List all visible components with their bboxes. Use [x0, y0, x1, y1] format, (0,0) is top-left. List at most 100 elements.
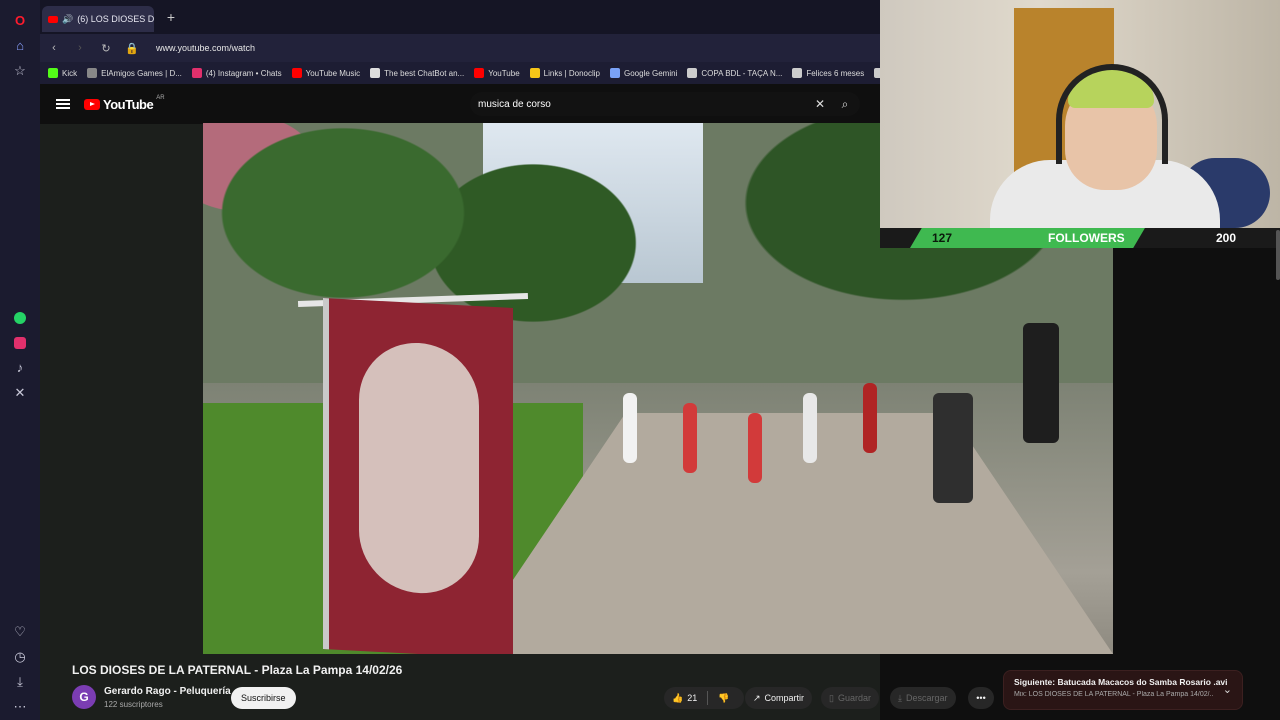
url-field[interactable]: www.youtube.com/watch [156, 43, 255, 53]
youtube-header: YouTube AR musica de corso ✕ ⌕ [40, 84, 880, 124]
bookmark-label: YouTube Music [305, 68, 361, 78]
video-banner [323, 298, 513, 654]
search-icon[interactable]: ⌕ [830, 97, 860, 112]
bookmark-favicon-icon [687, 68, 698, 78]
instagram-icon[interactable] [7, 330, 33, 355]
bookmark-label: ElAmigos Games | D... [101, 68, 182, 78]
bookmark-item[interactable]: Google Gemini [609, 68, 678, 78]
video-title: LOS DIOSES DE LA PATERNAL - Plaza La Pam… [72, 663, 403, 677]
like-dislike-group: 👍 21 👎 [664, 687, 744, 709]
bookmark-label: YouTube [488, 68, 520, 78]
new-tab-button[interactable]: + [160, 6, 182, 28]
search-box[interactable]: musica de corso ✕ ⌕ [470, 92, 860, 116]
chevron-down-icon[interactable]: ⌄ [1223, 683, 1232, 696]
bookmark-label: Links | Donoclip [543, 68, 600, 78]
whatsapp-icon[interactable] [7, 305, 33, 330]
home-icon[interactable]: ⌂ [7, 33, 33, 58]
followers-label: FOLLOWERS [1048, 231, 1125, 245]
heart-icon[interactable]: ♡ [7, 620, 33, 645]
youtube-logo[interactable]: YouTube AR [84, 95, 165, 112]
video-person [863, 383, 877, 453]
search-input[interactable]: musica de corso [478, 99, 810, 110]
history-icon[interactable]: ◷ [7, 645, 33, 670]
webcam-overlay [880, 0, 1280, 228]
like-icon[interactable]: 👍 [672, 693, 683, 704]
more-icon[interactable]: ⋯ [7, 695, 33, 720]
download-label: Descargar [905, 693, 948, 703]
followers-count: 127 [932, 231, 953, 245]
lock-icon: 🔒 [125, 42, 139, 55]
up-next-panel[interactable]: Siguiente: Batucada Macacos do Samba Ros… [1003, 670, 1243, 710]
bookmark-favicon-icon [370, 68, 381, 78]
channel-subscribers: 122 suscriptores [104, 700, 163, 709]
bookmark-item[interactable]: Felices 6 meses [792, 68, 864, 78]
bookmark-favicon-icon [792, 68, 803, 78]
subscribe-button[interactable]: Suscribirse [231, 687, 296, 709]
clear-search-icon[interactable]: ✕ [810, 97, 830, 111]
bookmark-favicon-icon [474, 68, 485, 78]
save-icon: ▯ [829, 692, 834, 703]
bookmark-item[interactable]: ElAmigos Games | D... [87, 68, 182, 78]
up-next-title: Siguiente: Batucada Macacos do Samba Ros… [1014, 677, 1228, 687]
bookmark-label: Kick [62, 68, 78, 78]
menu-icon[interactable] [56, 99, 70, 109]
followers-goal-bar: 127 FOLLOWERS 200 [880, 228, 1280, 248]
bookmark-favicon-icon [191, 68, 202, 78]
video-person [748, 413, 762, 483]
bookmark-label: Felices 6 meses [806, 68, 865, 78]
tab-active[interactable]: 🔊 (6) LOS DIOSES DE LA [42, 6, 154, 32]
address-bar: ‹ › ↻ 🔒 www.youtube.com/watch [40, 34, 880, 62]
video-person [683, 403, 697, 473]
like-count[interactable]: 21 [687, 693, 697, 703]
bookmark-item[interactable]: YouTube [474, 68, 520, 78]
share-button[interactable]: ↗ Compartir [745, 687, 813, 709]
bookmark-label: COPA BDL - TAÇA N... [701, 68, 783, 78]
tab-title: (6) LOS DIOSES DE LA [77, 14, 154, 24]
video-person [803, 393, 817, 463]
bookmark-favicon-icon [48, 68, 58, 78]
youtube-play-icon [84, 98, 100, 110]
scrollbar[interactable] [1276, 230, 1280, 280]
bookmark-item[interactable]: Links | Donoclip [529, 68, 600, 78]
youtube-favicon-icon [48, 15, 58, 23]
download-icon: ⤓ [898, 692, 902, 703]
bookmarks-bar: Kick ElAmigos Games | D... (4) Instagram •… [40, 62, 880, 84]
bookmark-label: (4) Instagram • Chats [205, 68, 282, 78]
download-button[interactable]: ⤓ Descargar [890, 687, 956, 709]
opera-icon[interactable]: O [7, 8, 33, 33]
bookmark-favicon-icon [291, 68, 302, 78]
bookmark-item[interactable]: COPA BDL - TAÇA N... [687, 68, 782, 78]
bookmark-favicon-icon [87, 68, 98, 78]
reload-icon[interactable]: ↻ [98, 40, 114, 56]
channel-name[interactable]: Gerardo Rago - Peluquería [104, 686, 231, 697]
video-person [623, 393, 637, 463]
bookmark-favicon-icon [529, 68, 540, 78]
video-person [933, 393, 973, 503]
bookmark-star-icon[interactable]: ☆ [7, 58, 33, 83]
share-icon: ↗ [753, 692, 761, 703]
x-icon[interactable]: ✕ [7, 380, 33, 405]
tiktok-icon[interactable]: ♪ [7, 355, 33, 380]
download-icon[interactable]: ⤓ [7, 670, 33, 695]
bookmark-item[interactable]: Kick [48, 68, 77, 78]
back-icon[interactable]: ‹ [46, 40, 62, 56]
bookmark-label: Google Gemini [623, 68, 678, 78]
save-button[interactable]: ▯ Guardar [821, 687, 879, 709]
speaker-icon: 🔊 [62, 13, 74, 24]
like-divider [707, 691, 709, 705]
channel-avatar[interactable]: G [72, 685, 96, 709]
bookmark-item[interactable]: YouTube Music [291, 68, 361, 78]
opera-sidebar: O ⌂ ☆ ♪ ✕ ♡ ◷ ⤓ ⋯ [0, 0, 40, 720]
bookmark-favicon-icon [609, 68, 620, 78]
tab-bar: 🔊 (6) LOS DIOSES DE LA + [40, 0, 880, 34]
video-person [1023, 323, 1059, 443]
more-actions-button[interactable]: ••• [968, 687, 994, 709]
webcam-headset [1056, 64, 1168, 164]
bookmark-item[interactable]: The best ChatBot an... [370, 68, 464, 78]
dislike-icon[interactable]: 👎 [718, 693, 729, 704]
video-banner-emblem [359, 339, 479, 597]
share-label: Compartir [764, 693, 805, 703]
save-label: Guardar [837, 693, 871, 703]
forward-icon[interactable]: › [72, 40, 88, 56]
bookmark-item[interactable]: (4) Instagram • Chats [191, 68, 282, 78]
